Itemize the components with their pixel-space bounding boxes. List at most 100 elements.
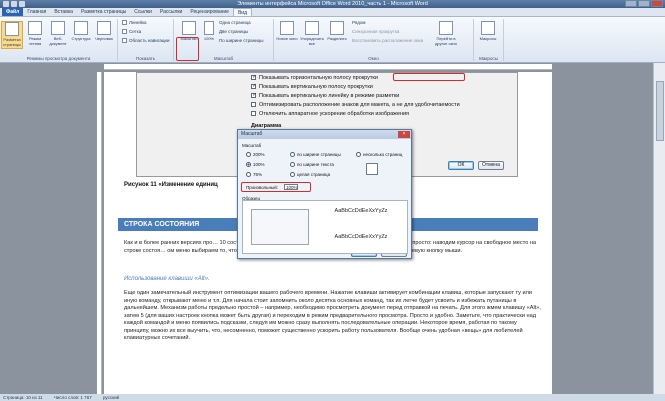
switch-windows-button[interactable]: Перейти в другое окно bbox=[432, 21, 460, 49]
group-window: Новое окно Упорядочить все Разделить Ряд… bbox=[274, 19, 474, 61]
inner-cancel-button: Отмена bbox=[478, 161, 504, 170]
radio-200[interactable]: 200% bbox=[246, 152, 265, 158]
zoom-highlight bbox=[176, 37, 199, 61]
outline-button[interactable]: Структура bbox=[70, 21, 92, 49]
group-label: Макросы bbox=[479, 56, 498, 61]
print-layout-button[interactable]: Разметка страницы bbox=[1, 21, 23, 49]
draft-icon bbox=[97, 21, 111, 35]
side-by-side-button[interactable]: Рядом bbox=[352, 20, 366, 25]
vertical-ruler[interactable] bbox=[97, 72, 102, 394]
undo-icon[interactable] bbox=[11, 1, 17, 7]
tab-file[interactable]: Файл bbox=[2, 8, 24, 16]
reset-window-button[interactable]: Восстановить расположение окна bbox=[352, 38, 423, 43]
figure-caption: Рисунок 11 «Изменение единиц bbox=[124, 182, 218, 188]
split-button[interactable]: Разделить bbox=[326, 21, 348, 49]
option-row: Оптимизировать расположение знаков для м… bbox=[251, 102, 460, 108]
custom-zoom-highlight bbox=[241, 182, 311, 192]
draft-button[interactable]: Черновик bbox=[93, 21, 115, 49]
redo-icon[interactable] bbox=[19, 1, 25, 7]
ribbon-tabs: Файл Главная Вставка Разметка страницы С… bbox=[0, 8, 665, 17]
book-icon bbox=[28, 21, 42, 35]
new-window-button[interactable]: Новое окно bbox=[276, 21, 298, 49]
window-title: Элементы интерфейса Microsoft Office Wor… bbox=[237, 1, 428, 7]
radio-whole-page[interactable]: целая страница bbox=[290, 172, 330, 178]
radio-100[interactable]: 100% bbox=[246, 162, 265, 168]
radio-icon bbox=[246, 162, 251, 168]
radio-icon bbox=[290, 152, 295, 158]
horizontal-ruler[interactable] bbox=[104, 64, 552, 70]
tab-insert[interactable]: Вставка bbox=[50, 8, 77, 16]
options-highlight bbox=[393, 73, 465, 81]
radio-icon bbox=[290, 172, 295, 178]
page-100-icon bbox=[204, 21, 214, 35]
grid-checkbox[interactable]: Сетка bbox=[122, 29, 141, 35]
sync-scroll-button[interactable]: Синхронная прокрутка bbox=[352, 29, 399, 34]
radio-75[interactable]: 75% bbox=[246, 172, 262, 178]
radio-text-width[interactable]: по ширине текста bbox=[290, 162, 334, 168]
monitor-preview-icon bbox=[251, 209, 309, 245]
navigation-pane-checkbox[interactable]: Область навигации bbox=[122, 38, 169, 44]
zoom-section-label: Масштаб bbox=[242, 143, 262, 148]
checkbox-icon bbox=[122, 29, 127, 35]
zoom-100-button[interactable]: 100% bbox=[201, 21, 217, 49]
vertical-scrollbar[interactable] bbox=[653, 63, 665, 394]
option-row: Показывать горизонтальную полосу прокрут… bbox=[251, 74, 378, 81]
close-icon[interactable]: × bbox=[398, 131, 410, 138]
status-bar: Страница: 10 из 11 Число слов: 1 767 рус… bbox=[0, 394, 665, 401]
language[interactable]: русский bbox=[103, 395, 119, 400]
tab-view[interactable]: Вид bbox=[232, 8, 253, 16]
radio-page-width[interactable]: по ширине страницы bbox=[290, 152, 341, 158]
window-controls bbox=[625, 0, 663, 7]
sample-text: AaBbCcDdEeXxYyZz bbox=[334, 234, 388, 240]
minimize-button[interactable] bbox=[625, 0, 637, 7]
page-icon bbox=[5, 22, 19, 36]
tab-review[interactable]: Рецензирование bbox=[186, 8, 233, 16]
checkbox-icon bbox=[251, 83, 256, 90]
group-view-modes: Разметка страницы Режим чтения Веб-докум… bbox=[0, 19, 118, 61]
tab-references[interactable]: Ссылки bbox=[130, 8, 156, 16]
web-layout-button[interactable]: Веб-документ bbox=[47, 21, 69, 49]
group-label: Окно bbox=[368, 56, 379, 61]
new-window-icon bbox=[280, 21, 294, 35]
checkbox-icon bbox=[251, 102, 256, 108]
arrange-all-button[interactable]: Упорядочить все bbox=[299, 21, 325, 49]
checkbox-icon bbox=[251, 92, 256, 99]
monitor-icon[interactable] bbox=[366, 163, 378, 175]
group-label: Показать bbox=[135, 56, 156, 61]
quick-access-toolbar[interactable] bbox=[3, 1, 25, 7]
radio-many-pages[interactable]: несколько страниц bbox=[356, 152, 402, 158]
option-row: Показывать вертикальную полосу прокрутки bbox=[251, 83, 373, 90]
zoom-preview: AaBbCcDdEeXxYyZz AaBbCcDdEeXxYyZz bbox=[242, 200, 408, 254]
split-icon bbox=[330, 21, 344, 35]
custom-zoom-input[interactable]: 100% bbox=[284, 184, 298, 190]
checkbox-icon bbox=[122, 20, 127, 26]
paragraph: Еще один замечательный инструмент оптими… bbox=[124, 290, 541, 341]
option-row: Отключить аппаратное ускорение обработки… bbox=[251, 111, 409, 117]
group-macros: Макросы Макросы bbox=[474, 19, 504, 61]
ruler-checkbox[interactable]: Линейка bbox=[122, 20, 147, 26]
tab-home[interactable]: Главная bbox=[23, 8, 50, 16]
checkbox-icon bbox=[122, 38, 127, 44]
one-page-button[interactable]: Одна страница bbox=[219, 20, 251, 25]
group-show: Линейка Сетка Область навигации Показать bbox=[118, 19, 174, 61]
reading-mode-button[interactable]: Режим чтения bbox=[24, 21, 46, 49]
page-width-button[interactable]: По ширине страницы bbox=[219, 38, 264, 43]
macros-button[interactable]: Макросы bbox=[477, 21, 499, 49]
globe-icon bbox=[51, 21, 65, 35]
group-label: Режимы просмотра документа bbox=[26, 56, 91, 61]
arrange-icon bbox=[305, 21, 319, 35]
radio-icon bbox=[356, 152, 361, 158]
dialog-titlebar: Масштаб × bbox=[238, 130, 411, 139]
page-count[interactable]: Страница: 10 из 11 bbox=[3, 395, 43, 400]
title-bar: Элементы интерфейса Microsoft Office Wor… bbox=[0, 0, 665, 8]
two-pages-button[interactable]: Две страницы bbox=[219, 29, 248, 34]
save-icon[interactable] bbox=[3, 1, 9, 7]
scrollbar-thumb[interactable] bbox=[656, 81, 664, 141]
maximize-button[interactable] bbox=[638, 0, 650, 7]
word-count[interactable]: Число слов: 1 767 bbox=[54, 395, 92, 400]
checkbox-icon bbox=[251, 111, 256, 117]
close-button[interactable] bbox=[651, 0, 663, 7]
tab-page-layout[interactable]: Разметка страницы bbox=[77, 8, 130, 16]
outline-icon bbox=[74, 21, 88, 35]
tab-mailings[interactable]: Рассылки bbox=[156, 8, 186, 16]
